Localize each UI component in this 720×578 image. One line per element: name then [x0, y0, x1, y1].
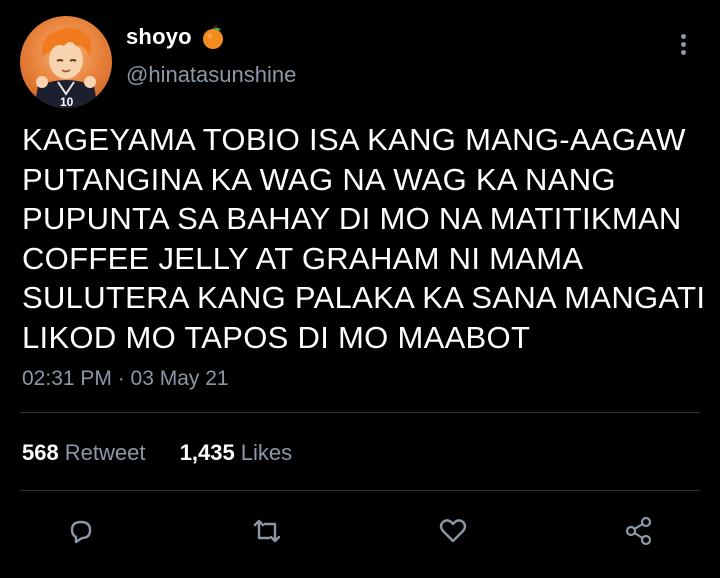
likes-count: 1,435	[179, 440, 235, 465]
divider	[20, 412, 700, 413]
tweet-text-line: PUTANGINA KA WAG NA WAG KA NANG	[22, 161, 616, 197]
avatar-image: 10	[34, 27, 98, 108]
reply-icon[interactable]	[64, 514, 98, 548]
tweet-text-line: SULUTERA KANG PALAKA KA SANA MANGATI	[22, 280, 706, 315]
user-handle[interactable]: @hinatasunshine	[126, 62, 296, 88]
tweet-text-line: COFFEE JELLY AT GRAHAM NI MAMA	[22, 240, 584, 276]
orange-icon	[203, 25, 223, 49]
likes-label: Likes	[240, 440, 293, 465]
avatar[interactable]: 10	[20, 16, 112, 108]
tweet-card: 10 shoyo @hinatasunshine KAGEYAMA TOBIO …	[0, 0, 720, 578]
svg-text:10: 10	[60, 95, 74, 108]
retweets-label: Retweet	[64, 440, 146, 465]
tweet-text-line: KAGEYAMA TOBIO ISA KANG MANG-AAGAW	[22, 122, 686, 157]
retweet-icon[interactable]	[250, 514, 284, 548]
retweets-count: 568	[22, 440, 59, 465]
tweet-text-line: LIKOD MO TAPOS DI MO MAABOT	[22, 319, 531, 355]
tweet-text: KAGEYAMA TOBIO ISA KANG MANG-AAGAW PUTAN…	[22, 120, 706, 357]
display-name[interactable]: shoyo	[126, 24, 192, 50]
heart-icon[interactable]	[436, 514, 470, 548]
share-icon[interactable]	[622, 514, 656, 548]
timestamp[interactable]: 02:31 PM · 03 May 21	[22, 367, 229, 391]
divider	[20, 490, 700, 491]
likes-stat[interactable]: 1,435 Likes	[174, 440, 293, 465]
tweet-text-line: PUPUNTA SA BAHAY DI MO NA MATITIKMAN	[22, 201, 682, 236]
more-vertical-icon[interactable]	[670, 30, 696, 60]
retweets-stat[interactable]: 568 Retweet	[22, 440, 152, 465]
stats-row: 568 Retweet 1,435 Likes	[22, 440, 292, 466]
